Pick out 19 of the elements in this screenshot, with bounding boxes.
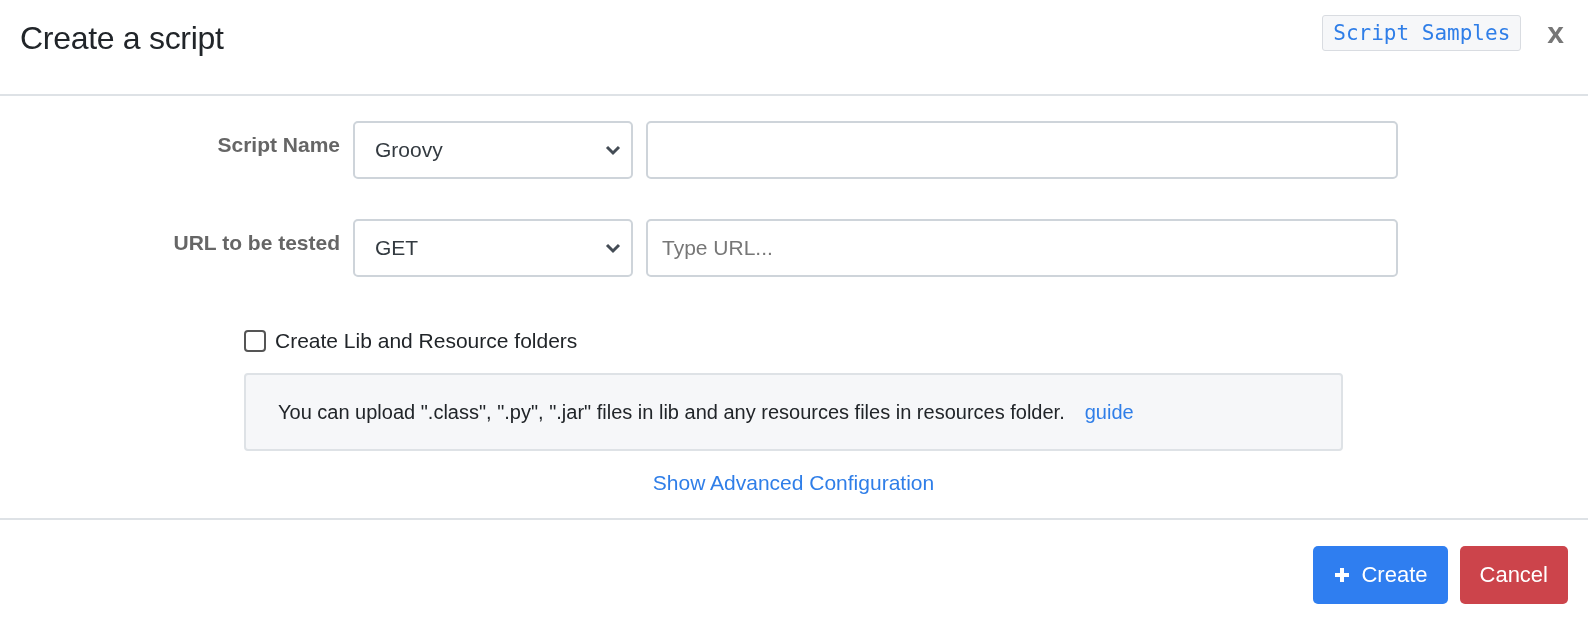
close-button[interactable]: x <box>1543 16 1568 50</box>
dialog-button[interactable]: Create <box>1313 546 1448 604</box>
field-label: URL to be tested <box>173 230 340 255</box>
checkbox-label: Create Lib and Resource folders <box>275 329 578 353</box>
checkbox[interactable] <box>244 330 266 352</box>
text-field[interactable]: Type URL... <box>646 219 1398 277</box>
chevron-down-icon <box>605 144 621 156</box>
chevron-down-icon <box>605 242 621 254</box>
advanced-configuration-link[interactable]: Show Advanced Configuration <box>652 471 935 494</box>
select-dropdown[interactable]: GET <box>353 219 633 277</box>
field-label: Script Name <box>217 132 340 157</box>
guide-link[interactable]: guide <box>1084 400 1134 424</box>
script-samples-button[interactable]: Script Samples <box>1322 15 1522 51</box>
dialog-title: Create a script <box>20 20 224 57</box>
info-text: You can upload ".class", ".py", ".jar" files in lib and any resources files in resources folder. <box>278 400 1065 424</box>
text-field[interactable] <box>646 121 1398 179</box>
select-dropdown[interactable]: Groovy <box>353 121 633 179</box>
plus-icon <box>1333 566 1352 584</box>
dialog-button[interactable]: Cancel <box>1459 546 1568 604</box>
